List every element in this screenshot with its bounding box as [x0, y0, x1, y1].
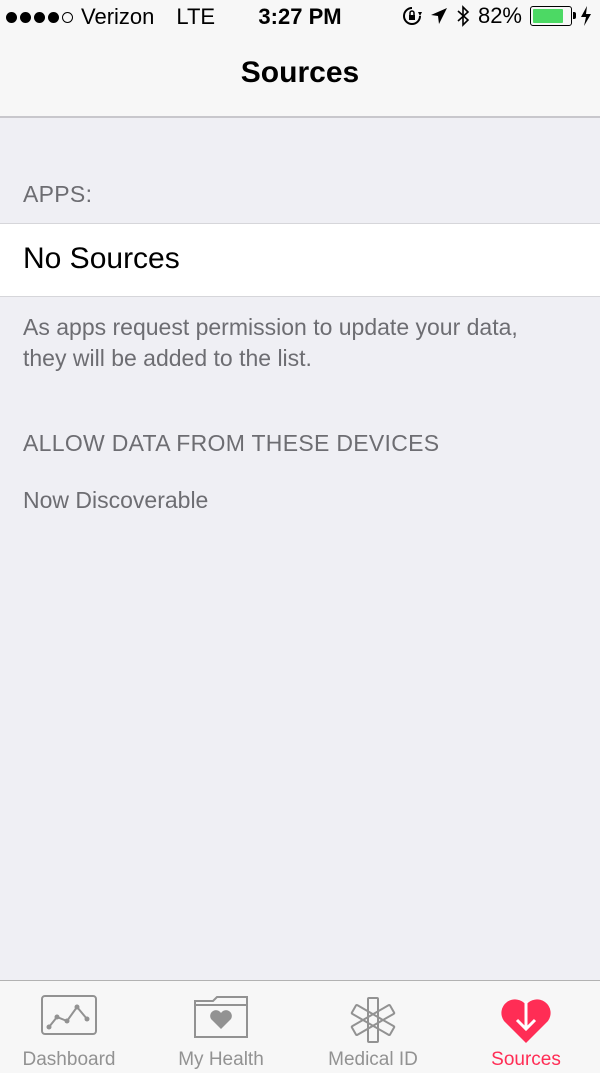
apps-section-header: APPS: [23, 181, 93, 207]
discoverable-status: Now Discoverable [23, 487, 209, 513]
tab-my-health[interactable]: My Health [148, 981, 294, 1073]
dashboard-chart-icon [41, 995, 97, 1035]
no-sources-row: No Sources [0, 223, 600, 297]
battery-fill [533, 9, 563, 23]
battery-percent: 82% [477, 3, 522, 28]
tab-medical-id[interactable]: Medical ID [304, 981, 442, 1073]
medical-star-icon [350, 997, 396, 1043]
apps-section-footer: As apps request permission to update you… [23, 314, 518, 371]
tab-dashboard[interactable]: Dashboard [0, 981, 138, 1073]
page-title: Sources [240, 56, 360, 89]
tab-label: My Health [178, 1049, 264, 1070]
navigation-bar: Sources [0, 32, 600, 118]
tab-label: Sources [491, 1049, 561, 1070]
folder-heart-icon [194, 996, 248, 1038]
bluetooth-icon [457, 5, 470, 27]
status-bar: Verizon LTE 3:27 PM 82% [0, 0, 600, 32]
battery-icon [530, 6, 576, 26]
devices-section-header: ALLOW DATA FROM THESE DEVICES [23, 430, 440, 456]
tab-sources[interactable]: Sources [452, 981, 600, 1073]
heart-arrow-icon [501, 999, 551, 1043]
no-sources-label: No Sources [23, 242, 180, 275]
status-right: 82% [402, 3, 592, 29]
charging-bolt-icon [581, 6, 591, 26]
tab-label: Medical ID [328, 1049, 418, 1070]
location-arrow-icon [430, 8, 447, 24]
tab-label: Dashboard [22, 1049, 116, 1070]
rotation-lock-icon [402, 7, 422, 25]
tab-bar: Dashboard My Health Medical ID Sources [0, 980, 600, 1073]
